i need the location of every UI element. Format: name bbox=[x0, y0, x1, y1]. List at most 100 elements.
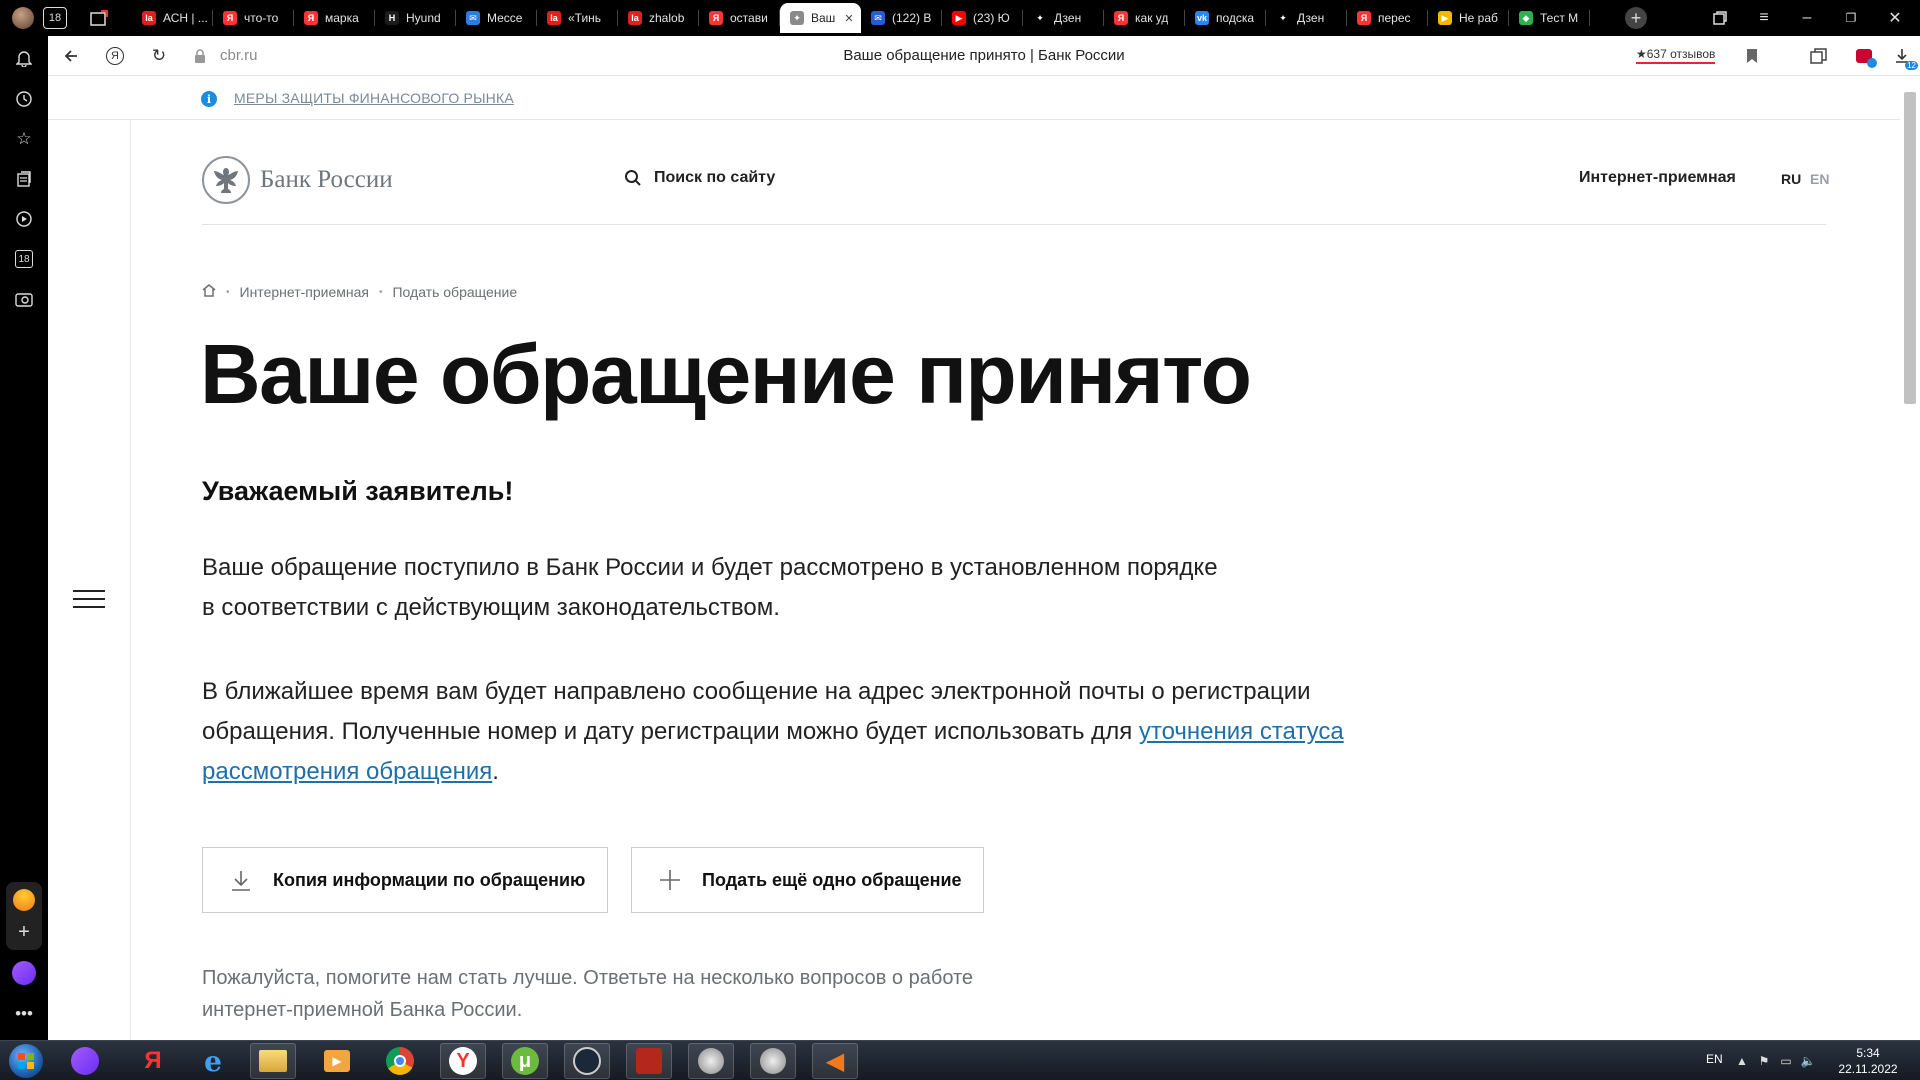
disc-app-taskbar-icon[interactable] bbox=[688, 1043, 734, 1079]
alice-assistant-icon[interactable] bbox=[12, 961, 36, 985]
site-search[interactable]: Поиск по сайту bbox=[624, 169, 775, 187]
tab-counter-icon[interactable]: 18 bbox=[43, 7, 67, 29]
collections-button-icon[interactable] bbox=[1807, 44, 1831, 68]
breadcrumb-separator: • bbox=[378, 286, 383, 298]
scrollbar-thumb[interactable] bbox=[1904, 92, 1916, 404]
browser-tab[interactable]: ✦ Ваш ✕ bbox=[780, 3, 861, 33]
weather-app-icon[interactable] bbox=[12, 888, 36, 912]
back-icon[interactable] bbox=[59, 44, 83, 68]
paragraph-end: . bbox=[492, 758, 499, 785]
utorrent-taskbar-icon[interactable]: μ bbox=[502, 1043, 548, 1079]
page-title: Ваше обращение принято bbox=[200, 327, 1252, 421]
browser-tab[interactable]: ◆ Тест М bbox=[1509, 3, 1590, 33]
start-button[interactable] bbox=[4, 1043, 48, 1079]
browser-tab[interactable]: vk подска bbox=[1185, 3, 1266, 33]
disc-app-2-taskbar-icon[interactable] bbox=[750, 1043, 796, 1079]
browser-tab[interactable]: la АСН | ... bbox=[132, 3, 213, 33]
breadcrumb-item-submit[interactable]: Подать обращение bbox=[392, 284, 517, 300]
browser-tab[interactable]: ✦ Дзен bbox=[1023, 3, 1104, 33]
browser-tab[interactable]: Яперес bbox=[1347, 3, 1428, 33]
browser-tab[interactable]: Ямарка bbox=[294, 3, 375, 33]
submit-new-request-button[interactable]: Подать ещё одно обращение bbox=[631, 847, 984, 913]
logo-text: Банк России bbox=[260, 166, 393, 193]
info-icon: i bbox=[201, 91, 217, 107]
extension-icon[interactable] bbox=[1852, 44, 1877, 68]
clock-date: 22.11.2022 bbox=[1838, 1062, 1898, 1076]
calendar-icon[interactable]: 18 bbox=[12, 247, 36, 271]
web-page: i МЕРЫ ЗАЩИТЫ ФИНАНСОВОГО РЫНКА Банк Рос… bbox=[48, 76, 1900, 1040]
bookmark-icon[interactable] bbox=[1740, 44, 1764, 68]
lang-ru-link[interactable]: RU bbox=[1781, 171, 1801, 187]
downloads-icon[interactable]: 12 bbox=[1890, 44, 1918, 70]
browser-tab[interactable]: ✉ Мессе bbox=[456, 3, 537, 33]
close-window-button[interactable]: ✕ bbox=[1883, 6, 1907, 30]
chrome-taskbar-icon[interactable] bbox=[377, 1043, 423, 1079]
browser-tab[interactable]: ✦ Дзен bbox=[1266, 3, 1347, 33]
notice-link[interactable]: МЕРЫ ЗАЩИТЫ ФИНАНСОВОГО РЫНКА bbox=[234, 90, 514, 106]
dota-taskbar-icon[interactable] bbox=[626, 1043, 672, 1079]
browser-tab[interactable]: Ячто-то bbox=[213, 3, 294, 33]
profile-avatar[interactable] bbox=[11, 6, 35, 30]
lock-icon[interactable] bbox=[188, 44, 212, 68]
eagle-emblem-icon bbox=[202, 156, 250, 204]
browser-tab[interactable]: H Hyund bbox=[375, 3, 456, 33]
network-icon[interactable]: ▭ bbox=[1778, 1053, 1794, 1069]
restore-button[interactable]: ❐ bbox=[1839, 6, 1863, 30]
dzen-icon: ✦ bbox=[1033, 11, 1047, 25]
keyboard-language[interactable]: EN bbox=[1706, 1052, 1723, 1066]
browser-tab[interactable]: Якак уд bbox=[1104, 3, 1185, 33]
home-icon[interactable] bbox=[202, 284, 216, 300]
system-clock[interactable]: 5:34 22.11.2022 bbox=[1836, 1045, 1900, 1077]
collections-icon[interactable] bbox=[1708, 6, 1732, 30]
yandex-taskbar-icon[interactable]: Я bbox=[130, 1043, 176, 1079]
bookmarks-star-icon[interactable]: ☆ bbox=[12, 127, 36, 151]
copy-info-button[interactable]: Копия информации по обращению bbox=[202, 847, 608, 913]
browser-tab[interactable]: la zhalob bbox=[618, 3, 699, 33]
search-icon bbox=[624, 169, 642, 187]
paragraph-line: Ваше обращение поступило в Банк России и… bbox=[202, 554, 1218, 581]
internet-reception-link[interactable]: Интернет-приемная bbox=[1579, 169, 1736, 187]
tab-label: что-то bbox=[244, 11, 279, 25]
site-logo[interactable]: Банк России bbox=[202, 156, 402, 204]
new-window-icon[interactable] bbox=[87, 6, 111, 30]
address-bar: Я ↻ cbr.ru Ваше обращение принято | Банк… bbox=[48, 36, 1920, 76]
add-app-icon[interactable]: + bbox=[12, 920, 36, 944]
minimize-button[interactable]: – bbox=[1795, 6, 1819, 30]
browser-tab[interactable]: la «Тинь bbox=[537, 3, 618, 33]
browser-tab[interactable]: ✉ (122) В bbox=[861, 3, 942, 33]
steam-taskbar-icon[interactable] bbox=[564, 1043, 610, 1079]
hamburger-menu-icon[interactable] bbox=[73, 590, 105, 610]
speaker-app-taskbar-icon[interactable]: ◀ bbox=[812, 1043, 858, 1079]
video-icon[interactable] bbox=[12, 207, 36, 231]
browser-tab[interactable]: Яостави bbox=[699, 3, 780, 33]
bell-icon[interactable] bbox=[12, 46, 36, 70]
yandex-icon: Я bbox=[223, 11, 237, 25]
explorer-taskbar-icon[interactable] bbox=[250, 1043, 296, 1079]
url-field[interactable]: cbr.ru bbox=[220, 47, 258, 64]
volume-icon[interactable]: 🔈 bbox=[1800, 1053, 1816, 1069]
menu-icon[interactable]: ≡ bbox=[1752, 6, 1776, 30]
browser-tab[interactable]: ▶ (23) Ю bbox=[942, 3, 1023, 33]
reload-icon[interactable]: ↻ bbox=[147, 44, 171, 68]
new-tab-button[interactable]: + bbox=[1625, 7, 1647, 29]
reviews-link[interactable]: ★637 отзывов bbox=[1636, 47, 1716, 64]
screenshot-icon[interactable] bbox=[12, 287, 36, 311]
yandex-icon[interactable]: Я bbox=[103, 44, 127, 68]
notes-icon[interactable] bbox=[12, 167, 36, 191]
browser-tab[interactable]: ▶ Не раб bbox=[1428, 3, 1509, 33]
media-player-taskbar-icon[interactable]: ▶ bbox=[314, 1043, 360, 1079]
tray-expand-icon[interactable]: ▲ bbox=[1734, 1053, 1750, 1069]
close-tab-icon[interactable]: ✕ bbox=[844, 12, 853, 25]
tab-label: остави bbox=[730, 11, 768, 25]
lang-en-link[interactable]: EN bbox=[1810, 171, 1829, 187]
more-icon[interactable]: ••• bbox=[12, 1002, 36, 1026]
breadcrumb-item-reception[interactable]: Интернет-приемная bbox=[240, 284, 369, 300]
tab-label: «Тинь bbox=[568, 11, 602, 25]
messenger-icon: ✉ bbox=[466, 11, 480, 25]
downloads-badge: 12 bbox=[1905, 61, 1918, 70]
alice-taskbar-icon[interactable] bbox=[62, 1043, 108, 1079]
yandex-browser-taskbar-icon[interactable]: Y bbox=[440, 1043, 486, 1079]
action-center-flag-icon[interactable]: ⚑ bbox=[1756, 1053, 1772, 1069]
history-icon[interactable] bbox=[12, 87, 36, 111]
ie-taskbar-icon[interactable]: e bbox=[190, 1043, 236, 1079]
